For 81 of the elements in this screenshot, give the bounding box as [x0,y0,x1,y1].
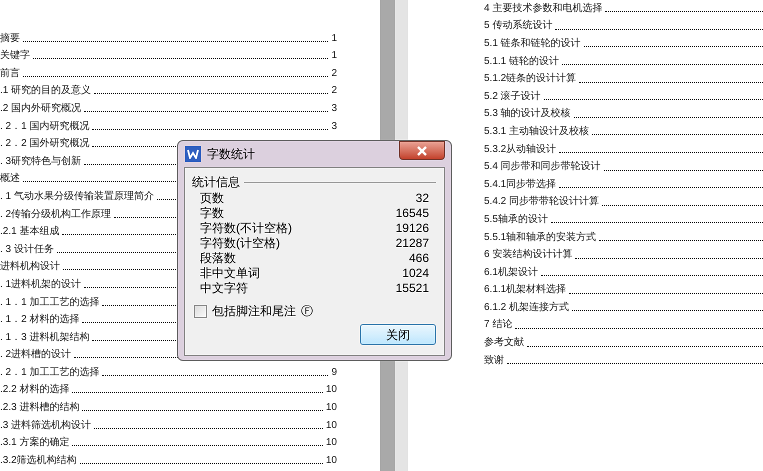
toc-entry: 5.4 同步带和同步带轮设计 [484,161,601,174]
close-button[interactable] [399,141,445,160]
toc-entry: 5.5轴承的设计 [484,214,548,226]
toc-entry: 6.1.2 机架连接方式 [484,302,570,314]
toc-entry: . 2．2 国外研究概况 [0,138,90,150]
toc-entry: . 1 气动水果分级传输装置原理简介 [0,190,154,203]
page-number: 10 [326,437,337,450]
toc-entry: . 1．3 进料机架结构 [0,332,90,344]
stat-value: 32 [416,190,429,204]
toc-entry: .1 研究的目的及意义 [0,85,92,98]
stat-value: 466 [408,250,429,264]
checkbox-label: 包括脚注和尾注 [212,304,296,318]
stat-label: 中文字符 [200,280,248,294]
stat-value: 16545 [396,206,429,220]
toc-entry: 6.1.1机架材料选择 [484,284,566,296]
page-number: 2 [331,85,337,98]
toc-entry: . 1．2 材料的选择 [0,314,80,326]
toc-entry: 5.4.2 同步带带轮设计计算 [484,196,600,208]
toc-entry: 5.3.2从动轴设计 [484,144,556,156]
stat-value: 15521 [396,280,429,294]
page-number: 10 [326,454,337,467]
toc-entry: .3.1 方案的确定 [0,437,70,450]
page-number: 3 [331,102,337,115]
toc-entry: 5.3 轴的设计及校核 [484,108,571,120]
stat-label: 字数 [200,206,224,220]
toc-entry: 摘要 [0,32,20,45]
group-label: 统计信息 [192,175,240,189]
toc-entry: 5.5.1轴和轴承的安装方式 [484,232,596,244]
toc-entry: 5.1 链条和链轮的设计 [484,38,581,50]
toc-entry: 6 安装结构设计计算 [484,249,572,262]
toc-entry: 5 传动系统设计 [484,20,552,32]
page-number: 3 [331,120,337,133]
toc-entry: 6.1机架设计 [484,266,538,279]
toc-entry: . 2传输分级机构工作原理 [0,208,112,221]
toc-entry: 5.1.1 链轮的设计 [484,56,560,68]
toc-entry: . 1进料机架的设计 [0,278,82,291]
stat-label: 字符数(计空格) [200,236,280,250]
stat-label: 页数 [200,190,224,204]
toc-entry: . 2进料槽的设计 [0,349,72,362]
checkbox[interactable] [194,304,207,318]
toc-entry: . 1．1 加工工艺的选择 [0,296,100,308]
toc-entry: 前言 [0,68,20,80]
toc-entry: . 3 设计任务 [0,244,54,256]
toc-entry: 7 结论 [484,319,512,332]
toc-entry: .2.2 材料的选择 [0,384,70,396]
shortcut-key: Ⓕ [301,304,313,318]
toc-entry: . 2．1 国内研究概况 [0,120,90,133]
toc-entry: 5.1.2链条的设计计算 [484,73,576,86]
page-number: 2 [331,68,337,80]
page-number: 10 [326,420,337,432]
toc-entry: .2 国内外研究概况 [0,102,82,115]
toc-entry: .2.1 基本组成 [0,226,60,238]
toc-entry: 概述 [0,173,20,186]
close-dialog-button[interactable]: 关闭 [360,324,436,345]
toc-entry: .3 进料筛选机构设计 [0,420,92,432]
toc-entry: . 2．1 加工工艺的选择 [0,366,100,379]
dialog-title: 字数统计 [207,146,255,163]
stat-label: 非中文单词 [200,266,260,280]
toc-entry: 关键字 [0,50,30,62]
toc-entry: .3.2筛选机构结构 [0,454,77,467]
app-icon [185,146,201,162]
toc-entry: .2.3 进料槽的结构 [0,402,80,414]
page-number: 9 [331,366,337,379]
toc-entry: 5.4.1同步带选择 [484,178,556,191]
stat-label: 字符数(不计空格) [200,220,292,234]
toc-entry: . 3研究特色与创新 [0,156,82,168]
close-icon [416,146,428,156]
toc-entry: 参考文献 [484,337,524,350]
stat-value: 1024 [402,266,429,280]
toc-entry: 进料机构设计 [0,261,60,274]
stat-value: 21287 [396,236,429,250]
stat-value: 19126 [396,220,429,234]
toc-entry: 5.3.1 主动轴设计及校核 [484,126,590,138]
toc-entry: 4 主要技术参数和电机选择 [484,2,602,15]
toc-entry: 5.2 滚子设计 [484,90,541,103]
page-number: 10 [326,402,337,414]
page-number: 1 [331,32,337,45]
page-number: 10 [326,384,337,396]
page-number: 1 [331,50,337,62]
toc-entry: 致谢 [484,354,504,367]
stat-label: 段落数 [200,250,236,264]
